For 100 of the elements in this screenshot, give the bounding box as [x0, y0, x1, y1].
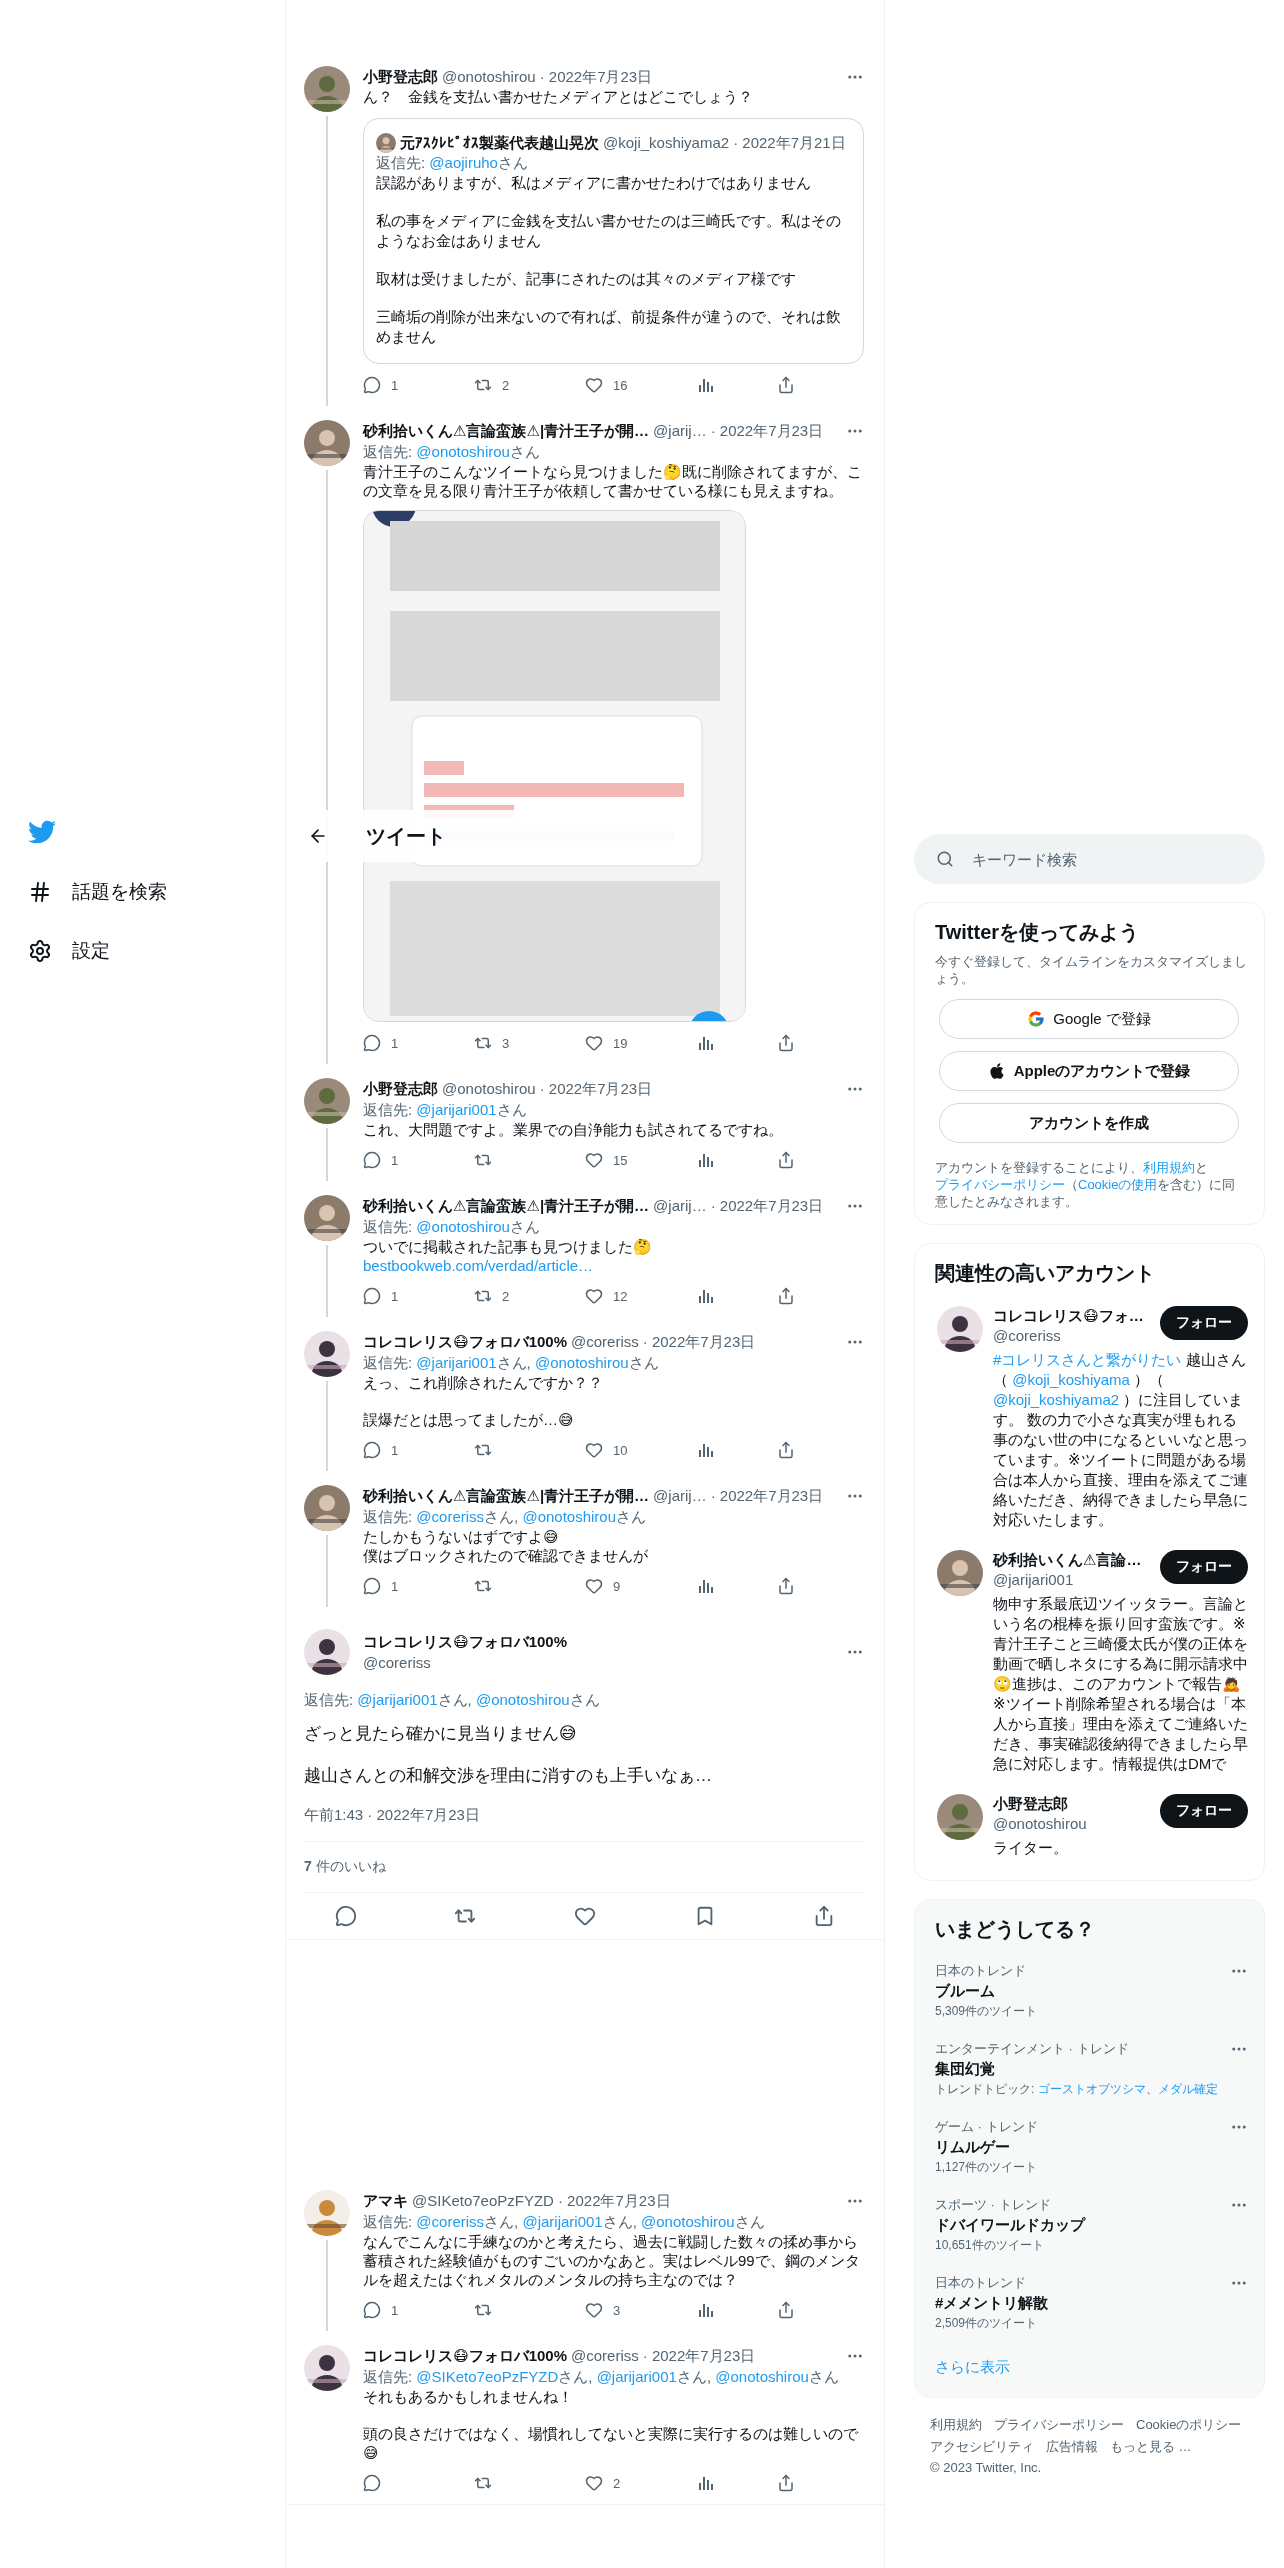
like-icon[interactable]	[585, 1287, 603, 1305]
bar-chart-icon[interactable]	[696, 1287, 714, 1305]
author-handle[interactable]: @jarij…	[653, 1195, 707, 1216]
tweet-date[interactable]: · 2022年7月21日	[733, 133, 846, 153]
like-icon[interactable]	[585, 376, 603, 394]
share-icon[interactable]	[777, 1151, 795, 1169]
footer-link[interactable]: Cookieのポリシー	[1136, 2416, 1242, 2434]
bar-chart-icon[interactable]	[696, 1151, 714, 1169]
reply-icon[interactable]	[363, 1151, 381, 1169]
tweet-date[interactable]: · 2022年7月23日	[710, 1195, 824, 1216]
follow-button[interactable]: フォロー	[1160, 1794, 1248, 1828]
bar-chart-icon[interactable]	[696, 376, 714, 394]
reply-icon[interactable]	[363, 1034, 381, 1052]
account-handle[interactable]: @coreriss	[993, 1326, 1152, 1346]
author-name[interactable]: コレコレリス😷フォロバ100%	[363, 2345, 567, 2366]
search-field[interactable]: キーワード検索	[914, 834, 1265, 884]
avatar[interactable]	[304, 2345, 350, 2391]
bar-chart-icon[interactable]	[696, 1441, 714, 1459]
account-name[interactable]: コレコレリス😷フォ…	[993, 1306, 1152, 1326]
author-handle[interactable]: @SIKeto7eoPzFYZD	[412, 2190, 554, 2211]
share-icon[interactable]	[777, 1034, 795, 1052]
reply-icon[interactable]	[363, 1441, 381, 1459]
trend-name[interactable]: 集団幻覚	[935, 2059, 1230, 2079]
tweet-date[interactable]: · 2022年7月23日	[710, 420, 824, 441]
reply-icon[interactable]	[363, 1577, 381, 1595]
reply-icon[interactable]	[363, 376, 381, 394]
twitter-bird-icon[interactable]	[28, 818, 56, 846]
bar-chart-icon[interactable]	[696, 1577, 714, 1595]
footer-link[interactable]: プライバシーポリシー	[994, 2416, 1124, 2434]
hashtag-icon[interactable]	[28, 880, 52, 904]
footer-link[interactable]: 広告情報	[1046, 2438, 1098, 2456]
reply-icon[interactable]	[363, 1287, 381, 1305]
author-name[interactable]: コレコレリス😷フォロバ100%	[363, 1631, 833, 1652]
tweet-date[interactable]: · 2022年7月23日	[642, 1331, 756, 1352]
avatar[interactable]	[304, 66, 350, 112]
author-handle[interactable]: @onotoshirou	[442, 1078, 536, 1099]
trend-name[interactable]: ブルーム	[935, 1981, 1230, 2001]
account-handle[interactable]: @jarijari001	[993, 1570, 1152, 1590]
like-icon[interactable]	[585, 1151, 603, 1169]
author-name[interactable]: 小野登志郎	[363, 1078, 438, 1099]
share-icon[interactable]	[777, 1287, 795, 1305]
follow-button[interactable]: フォロー	[1160, 1306, 1248, 1340]
author-handle[interactable]: @coreriss	[571, 1331, 639, 1352]
reply-icon[interactable]	[334, 1905, 357, 1927]
reply-icon[interactable]	[363, 2301, 381, 2319]
share-icon[interactable]	[777, 2301, 795, 2319]
tweet-date[interactable]: · 2022年7月23日	[539, 1078, 653, 1099]
follow-button[interactable]: フォロー	[1160, 1550, 1248, 1584]
footer-link[interactable]: アクセシビリティ	[930, 2438, 1034, 2456]
like-icon[interactable]	[585, 1034, 603, 1052]
author-handle[interactable]: @jarij…	[653, 420, 707, 441]
avatar[interactable]	[304, 1331, 350, 1377]
author-name[interactable]: 小野登志郎	[363, 66, 438, 87]
like-icon[interactable]	[585, 2474, 603, 2492]
reply-icon[interactable]	[363, 2474, 381, 2492]
tweet-date[interactable]: · 2022年7月23日	[710, 1485, 824, 1506]
author-name[interactable]: 砂利拾いくん⚠言論蛮族⚠|青汁王子が開…	[363, 420, 650, 441]
account-name[interactable]: 砂利拾いくん⚠言論…	[993, 1550, 1152, 1570]
author-name[interactable]: アマキ	[363, 2190, 408, 2211]
account-name[interactable]: 小野登志郎	[993, 1794, 1152, 1814]
author-name[interactable]: 元ｱｽｸﾚﾋﾟｵｽ製薬代表越山晃次	[400, 133, 599, 153]
like-icon[interactable]	[585, 1441, 603, 1459]
likes-count[interactable]: 7 件のいいね	[304, 1842, 864, 1893]
author-name[interactable]: コレコレリス😷フォロバ100%	[363, 1331, 567, 1352]
author-handle[interactable]: @onotoshirou	[442, 66, 536, 87]
avatar[interactable]	[304, 1078, 350, 1124]
nav-item[interactable]: 設定	[72, 938, 110, 964]
like-icon[interactable]	[585, 2301, 603, 2319]
footer-link[interactable]: © 2023 Twitter, Inc.	[930, 2460, 1042, 2475]
footer-link[interactable]: 利用規約	[930, 2416, 982, 2434]
tweet-time[interactable]: 午前1:43 · 2022年7月23日	[304, 1806, 864, 1842]
author-handle[interactable]: @koji_koshiyama2	[603, 133, 730, 153]
tweet-date[interactable]: · 2022年7月23日	[557, 2190, 671, 2211]
avatar[interactable]	[304, 1485, 350, 1531]
author-handle[interactable]: @coreriss	[571, 2345, 639, 2366]
trend-name[interactable]: リムルゲー	[935, 2137, 1230, 2157]
trend-name[interactable]: #メメントリ解散	[935, 2293, 1230, 2313]
avatar[interactable]	[304, 2190, 350, 2236]
signup-button[interactable]: Appleのアカウントで登録	[939, 1051, 1239, 1091]
author-handle[interactable]: @coreriss	[363, 1652, 833, 1673]
author-name[interactable]: 砂利拾いくん⚠言論蛮族⚠|青汁王子が開…	[363, 1195, 650, 1216]
share-icon[interactable]	[777, 1441, 795, 1459]
avatar[interactable]	[937, 1794, 983, 1840]
author-name[interactable]: 砂利拾いくん⚠言論蛮族⚠|青汁王子が開…	[363, 1485, 650, 1506]
trend-name[interactable]: ドバイワールドカップ	[935, 2215, 1230, 2235]
bar-chart-icon[interactable]	[696, 2301, 714, 2319]
share-icon[interactable]	[777, 2474, 795, 2492]
quoted-tweet[interactable]	[363, 118, 864, 364]
like-icon[interactable]	[574, 1905, 596, 1927]
account-handle[interactable]: @onotoshirou	[993, 1814, 1152, 1834]
share-icon[interactable]	[777, 376, 795, 394]
like-icon[interactable]	[585, 1577, 603, 1595]
signup-button[interactable]: アカウントを作成	[939, 1103, 1239, 1143]
signup-button[interactable]: Google で登録	[939, 999, 1239, 1039]
nav-item[interactable]: 話題を検索	[72, 879, 167, 905]
tweet-date[interactable]: · 2022年7月23日	[539, 66, 653, 87]
settings-icon[interactable]	[28, 939, 52, 963]
avatar[interactable]	[304, 1629, 350, 1675]
author-handle[interactable]: @jarij…	[653, 1485, 707, 1506]
bar-chart-icon[interactable]	[696, 1034, 714, 1052]
